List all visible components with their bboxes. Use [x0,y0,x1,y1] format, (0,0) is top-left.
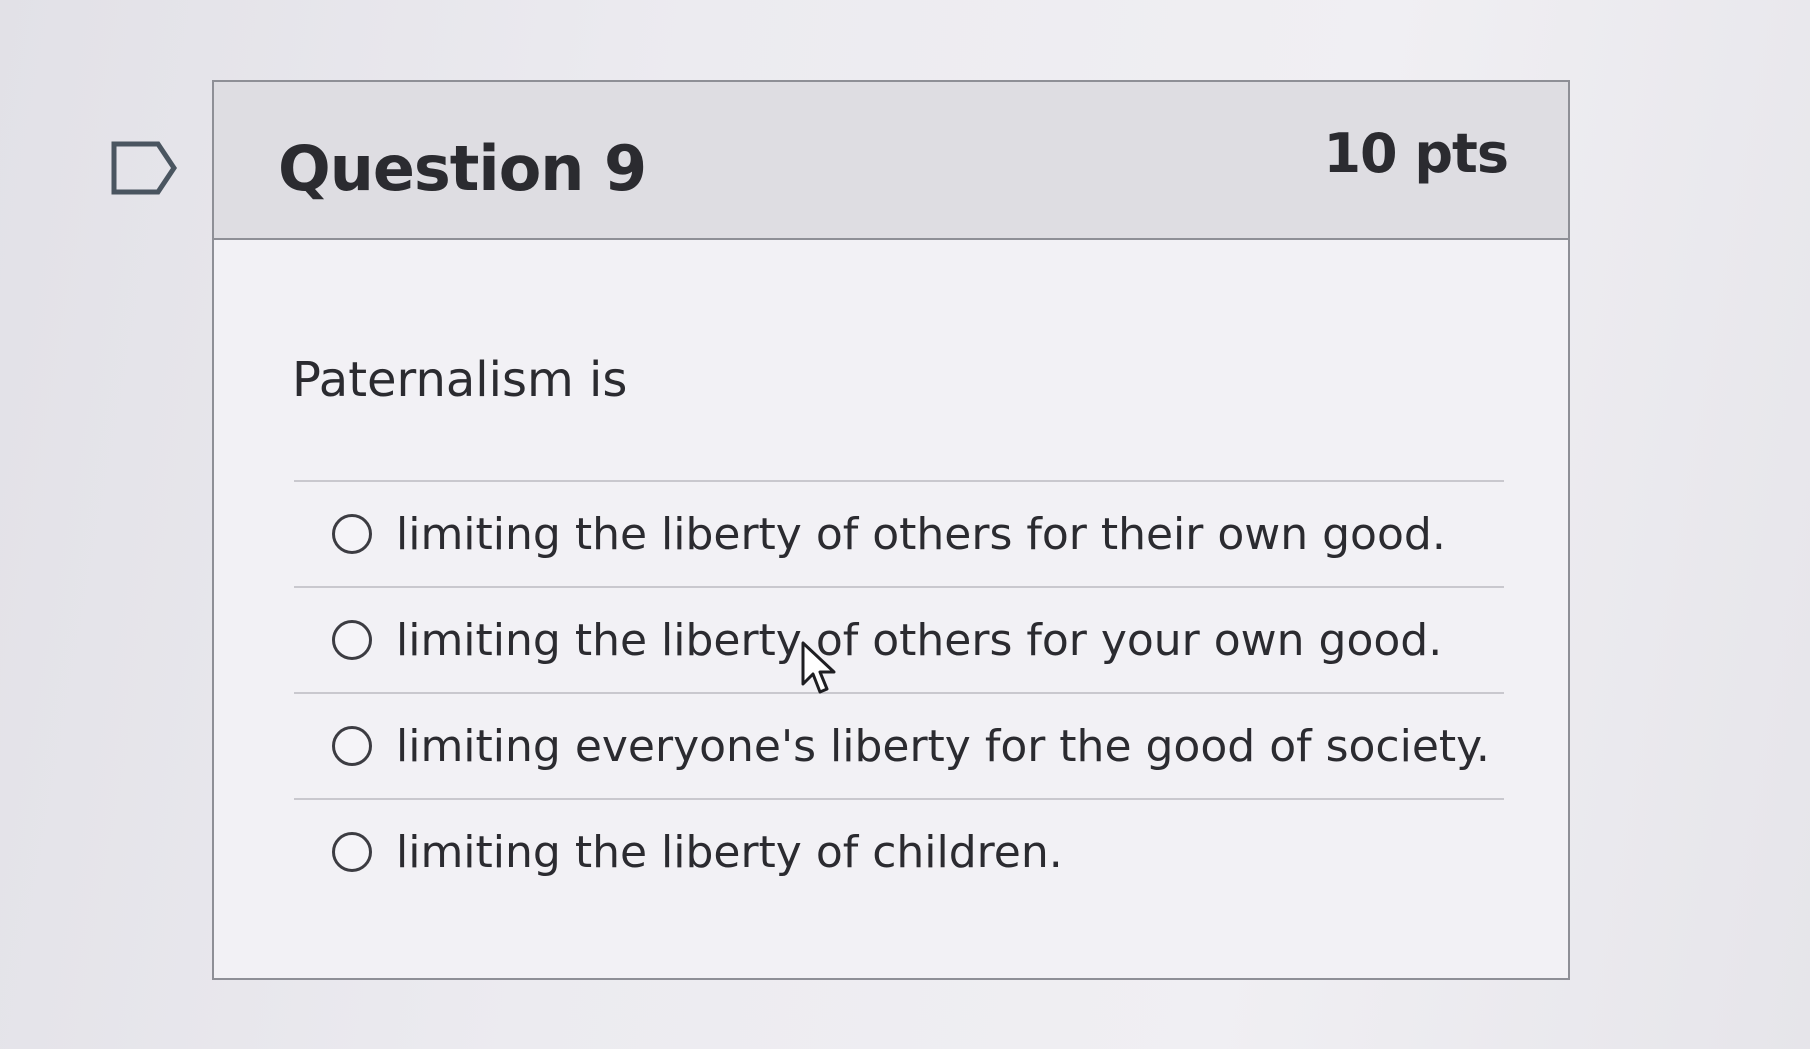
answer-label[interactable]: limiting everyone's liberty for the good… [396,721,1490,772]
answer-label[interactable]: limiting the liberty of others for your … [396,615,1442,666]
radio-button[interactable] [332,514,372,554]
answer-option[interactable]: limiting the liberty of others for their… [294,482,1504,586]
question-prompt: Paternalism is [292,352,628,408]
mouse-pointer-icon [801,641,836,694]
answer-label[interactable]: limiting the liberty of children. [396,827,1063,878]
answer-list: limiting the liberty of others for their… [294,480,1504,904]
question-points: 10 pts [1323,122,1509,185]
radio-button[interactable] [332,832,372,872]
question-header: Question 9 10 pts [214,82,1568,240]
question-title: Question 9 [278,132,647,205]
answer-option[interactable]: limiting the liberty of children. [294,800,1504,904]
radio-button[interactable] [332,620,372,660]
radio-button[interactable] [332,726,372,766]
answer-label[interactable]: limiting the liberty of others for their… [396,509,1446,560]
answer-option[interactable]: limiting everyone's liberty for the good… [294,694,1504,798]
question-card: Question 9 10 pts Paternalism is limitin… [212,80,1570,980]
flag-question-icon[interactable] [110,140,180,196]
answer-option[interactable]: limiting the liberty of others for your … [294,588,1504,692]
